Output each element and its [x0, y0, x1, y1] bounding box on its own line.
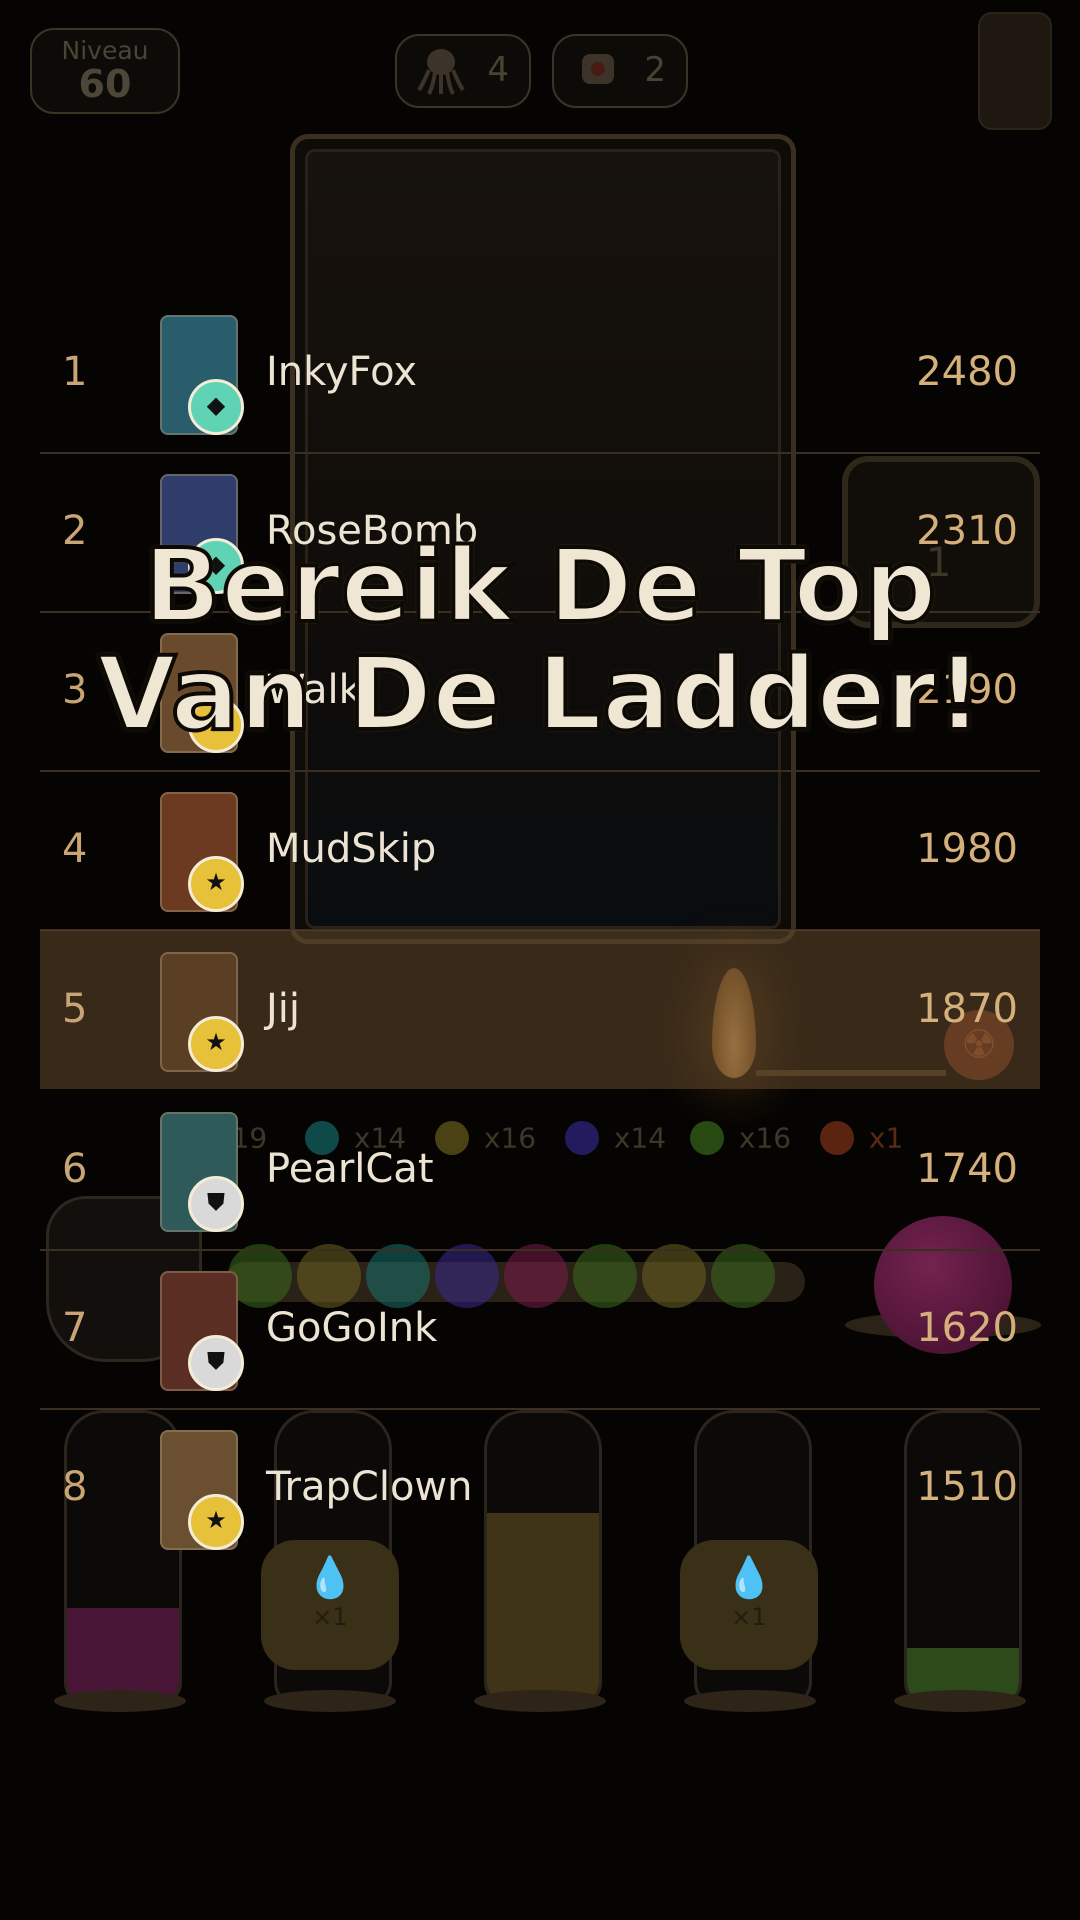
octopus-icon [417, 49, 465, 95]
player-score: 1510 [916, 1464, 1018, 1510]
bottle-base [474, 1690, 606, 1712]
octopus-counter[interactable]: 4 [395, 34, 531, 108]
shield-badge-icon: ⛊ [188, 1335, 244, 1391]
promo-headline-line-2: Van De Ladder! [95, 635, 985, 754]
robot-count: 2 [644, 50, 666, 90]
rank: 6 [62, 1146, 88, 1192]
potion-count: ×1 [731, 1603, 767, 1631]
star-badge-icon: ★ [188, 1016, 244, 1072]
player-score: 1980 [916, 826, 1018, 872]
bottle-base [264, 1690, 396, 1712]
bottle-liquid [67, 1608, 179, 1703]
player-score: 2480 [916, 349, 1018, 395]
level-indicator: Niveau 60 [30, 28, 180, 114]
octopus-count: 4 [487, 50, 509, 90]
player-name: MudSkip [266, 826, 437, 872]
promo-headline-line-1: Bereik De Top [141, 527, 938, 646]
robot-icon [582, 54, 614, 84]
potion-count: ×1 [312, 1603, 348, 1631]
player-name: PearlCat [266, 1146, 434, 1192]
player-name: Jij [266, 986, 301, 1032]
player-name: InkyFox [266, 349, 418, 395]
profile-thumbnail[interactable] [978, 12, 1052, 130]
player-name: GoGoInk [266, 1305, 438, 1351]
level-value: 60 [78, 62, 132, 106]
bottle-base [54, 1690, 186, 1712]
level-label: Niveau [61, 36, 149, 65]
rank: 5 [62, 986, 88, 1032]
diamond-badge-icon: ◆ [188, 379, 244, 435]
leaderboard-row: 6 ⛊ PearlCat 1740 [40, 1090, 1040, 1251]
player-name: TrapClown [266, 1464, 473, 1510]
player-score: 1870 [916, 986, 1018, 1032]
star-badge-icon: ★ [188, 856, 244, 912]
rank: 1 [62, 349, 88, 395]
leaderboard-row: 1 ◆ InkyFox 2480 [40, 293, 1040, 454]
robot-counter[interactable]: 2 [552, 34, 688, 108]
rank: 8 [62, 1464, 88, 1510]
player-score: 1620 [916, 1305, 1018, 1351]
bottle-base [684, 1690, 816, 1712]
rank: 4 [62, 826, 88, 872]
bottle-base [894, 1690, 1026, 1712]
leaderboard-row-current-player: 5 ★ Jij 1870 [40, 930, 1040, 1089]
rank: 7 [62, 1305, 88, 1351]
star-badge-icon: ★ [188, 1494, 244, 1550]
leaderboard-row: 4 ★ MudSkip 1980 [40, 770, 1040, 931]
leaderboard-row: 8 ★ TrapClown 1510 [40, 1408, 1040, 1567]
player-score: 1740 [916, 1146, 1018, 1192]
leaderboard-row: 7 ⛊ GoGoInk 1620 [40, 1249, 1040, 1410]
shield-badge-icon: ⛊ [188, 1176, 244, 1232]
